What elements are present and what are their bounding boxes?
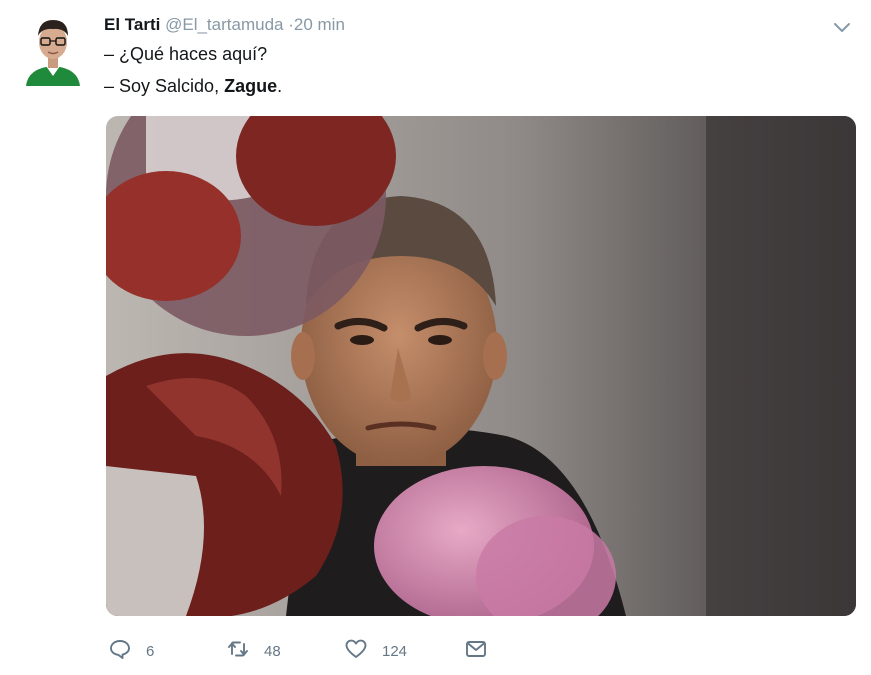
tweet-timestamp[interactable]: ·20 min [288,15,345,34]
tweet-text-segment: . [277,76,283,96]
author-handle[interactable]: @El_tartamuda [165,15,283,34]
reply-icon [108,637,132,666]
like-icon [344,637,368,666]
retweet-button[interactable]: 48 [226,635,281,667]
tweet-text-line: – Soy Salcido, Zague. [104,76,282,97]
author-name[interactable]: El Tarti [104,15,160,34]
retweet-icon [226,637,250,666]
tweet-header: El Tarti @El_tartamuda ·20 min [104,15,345,35]
tweet-actions: 6 48 124 [0,635,871,667]
tweet-media-image[interactable] [106,116,856,616]
tweet-text-segment: – Soy Salcido, [104,76,225,96]
avatar[interactable] [22,12,84,86]
retweet-count: 48 [264,642,281,660]
chevron-down-icon[interactable] [831,16,853,38]
reply-button[interactable]: 6 [108,635,154,667]
like-count: 124 [382,642,408,660]
direct-message-button[interactable] [464,635,488,667]
reply-count: 6 [146,642,155,660]
message-icon [464,637,488,666]
like-button[interactable]: 124 [344,635,407,667]
tweet-text-bold: Zague [224,76,278,96]
tweet-text-line: – ¿Qué haces aquí? [104,44,268,64]
